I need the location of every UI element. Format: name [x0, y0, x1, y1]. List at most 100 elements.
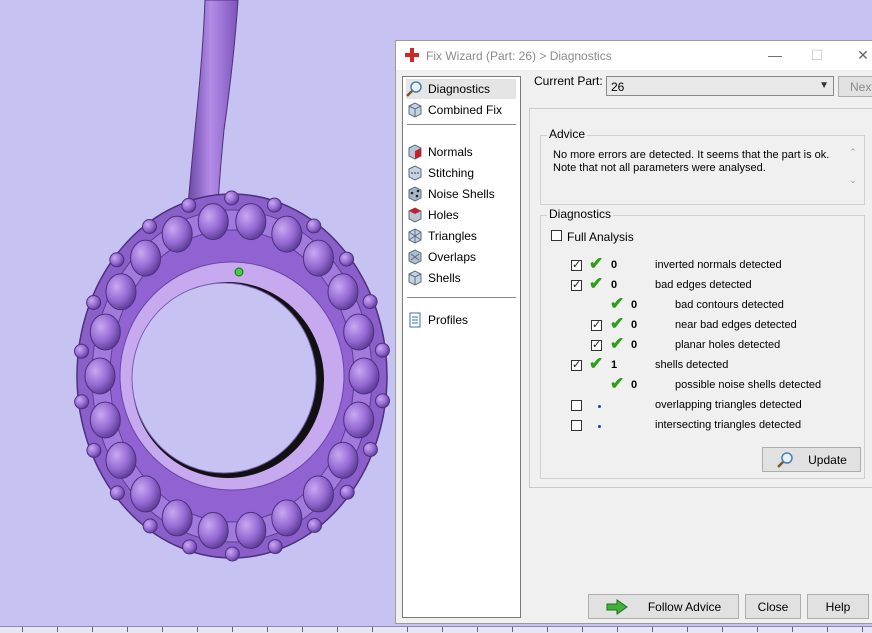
noise-shells-icon	[408, 186, 422, 202]
ruler-tick	[512, 627, 513, 632]
ring-bead	[307, 518, 322, 533]
bad-edges-count: 0	[611, 279, 618, 291]
bearing-ball	[302, 239, 334, 277]
ruler-tick	[57, 627, 58, 632]
chevron-down-icon: ▼	[819, 80, 829, 91]
close-window-button[interactable]: ✕	[846, 44, 872, 66]
magnifier-icon	[777, 451, 793, 468]
arrow-right-icon	[606, 598, 628, 615]
advice-text: No more errors are detected. It seems th…	[553, 149, 830, 174]
nav-item-profiles[interactable]: Profiles	[406, 310, 516, 330]
help-button[interactable]: Help	[807, 594, 869, 619]
ring-bead	[306, 218, 322, 234]
bearing-ball	[161, 499, 193, 537]
nav-item-diagnostics[interactable]: Diagnostics	[406, 79, 516, 99]
intersecting-triangles-label: intersecting triangles detected	[655, 419, 802, 431]
ring-bead	[142, 219, 157, 234]
follow-advice-button[interactable]: Follow Advice	[588, 594, 739, 619]
nav-item-label: Stitching	[428, 166, 475, 180]
ruler-tick	[442, 627, 443, 632]
update-button[interactable]: Update	[762, 447, 861, 472]
close-button[interactable]: Close	[745, 594, 801, 619]
nav-item-noise-shells[interactable]: Noise Shells	[406, 184, 516, 204]
bad-contours-count: 0	[631, 299, 638, 311]
nav-item-label: Holes	[428, 208, 459, 222]
bearing-ball	[302, 475, 334, 513]
advice-scrollbar[interactable]: ⌃ ⌄	[846, 145, 860, 189]
magnifier-icon	[406, 81, 422, 97]
nav-item-combined-fix[interactable]: Combined Fix	[406, 100, 516, 120]
bearing-ball	[130, 239, 162, 277]
bearing-ball	[105, 273, 137, 311]
ruler-tick	[372, 627, 373, 632]
bad-edges-checkbox[interactable]	[571, 278, 582, 291]
current-part-select[interactable]: 26 ▼	[606, 76, 834, 96]
scroll-down-icon[interactable]: ⌄	[846, 173, 860, 187]
selection-marker	[234, 267, 244, 277]
ring-bead	[224, 546, 240, 562]
ruler-tick	[477, 627, 478, 632]
nav-item-normals[interactable]: Normals	[406, 142, 516, 162]
planar-holes-checkbox[interactable]	[591, 338, 602, 351]
nav-item-stitching[interactable]: Stitching	[406, 163, 516, 183]
triangles-icon	[408, 228, 422, 244]
ring-bead	[182, 539, 198, 555]
bearing-ball	[161, 215, 193, 253]
ok-check-icon: ✔	[610, 334, 625, 353]
inverted-normals-count: 0	[611, 259, 618, 271]
ok-check-icon: ✔	[610, 314, 625, 333]
nav-item-label: Combined Fix	[428, 103, 503, 117]
bearing-ball	[343, 401, 375, 439]
ring-bead	[74, 394, 90, 410]
shells-count: 1	[611, 359, 618, 371]
ruler-tick	[862, 627, 863, 632]
inverted-normals-checkbox[interactable]	[571, 258, 582, 271]
bearing-ball	[348, 357, 380, 395]
ruler-tick	[232, 627, 233, 632]
inverted-normals-label: inverted normals detected	[655, 259, 782, 271]
nav-item-label: Triangles	[428, 229, 477, 243]
bearing-ball	[235, 511, 267, 549]
ring-bead	[339, 251, 355, 267]
noise-shells-label: possible noise shells detected	[675, 379, 822, 391]
near-bad-edges-count: 0	[631, 319, 638, 331]
near-bad-edges-checkbox[interactable]	[591, 318, 602, 331]
ring-bead	[267, 539, 283, 555]
minimize-button[interactable]: —	[758, 44, 792, 66]
wizard-navigation: Diagnostics Combined Fix Normals Stitchi…	[402, 76, 521, 618]
pending-dot-icon	[598, 405, 601, 408]
ruler-tick	[652, 627, 653, 632]
full-analysis-checkbox[interactable]	[551, 230, 562, 241]
bad-contours-label: bad contours detected	[675, 299, 784, 311]
maximize-button[interactable]: ☐	[800, 44, 834, 66]
advice-title: Advice	[547, 127, 588, 141]
nav-item-overlaps[interactable]: Overlaps	[406, 247, 516, 267]
ring-bead	[266, 197, 282, 213]
intersecting-triangles-checkbox[interactable]	[571, 420, 582, 431]
ruler-tick	[792, 627, 793, 632]
nav-item-triangles[interactable]: Triangles	[406, 226, 516, 246]
nav-item-label: Profiles	[428, 313, 469, 327]
ok-check-icon: ✔	[610, 294, 625, 313]
next-button[interactable]: Next	[838, 76, 872, 97]
overlapping-triangles-checkbox[interactable]	[571, 400, 582, 411]
current-part-label: Current Part:	[534, 74, 603, 88]
ruler-tick	[302, 627, 303, 632]
planar-holes-count: 0	[631, 339, 638, 351]
ring-bead	[224, 190, 240, 206]
ruler-tick	[267, 627, 268, 632]
bearing-ball	[105, 441, 137, 479]
overlaps-icon	[408, 249, 422, 265]
shells-checkbox[interactable]	[571, 358, 582, 371]
nav-item-label: Diagnostics	[428, 82, 491, 96]
scroll-up-icon[interactable]: ⌃	[846, 145, 860, 159]
diagnostics-panel: Advice No more errors are detected. It s…	[529, 108, 872, 488]
title-bar[interactable]: Fix Wizard (Part: 26) > Diagnostics — ☐ …	[396, 41, 872, 70]
ring-bead	[362, 442, 378, 457]
nav-item-holes[interactable]: Holes	[406, 205, 516, 225]
near-bad-edges-label: near bad edges detected	[675, 319, 797, 331]
nav-item-shells[interactable]: Shells	[406, 268, 516, 288]
ring-bead	[86, 295, 102, 310]
ok-check-icon: ✔	[589, 254, 604, 273]
pending-dot-icon	[598, 425, 601, 428]
